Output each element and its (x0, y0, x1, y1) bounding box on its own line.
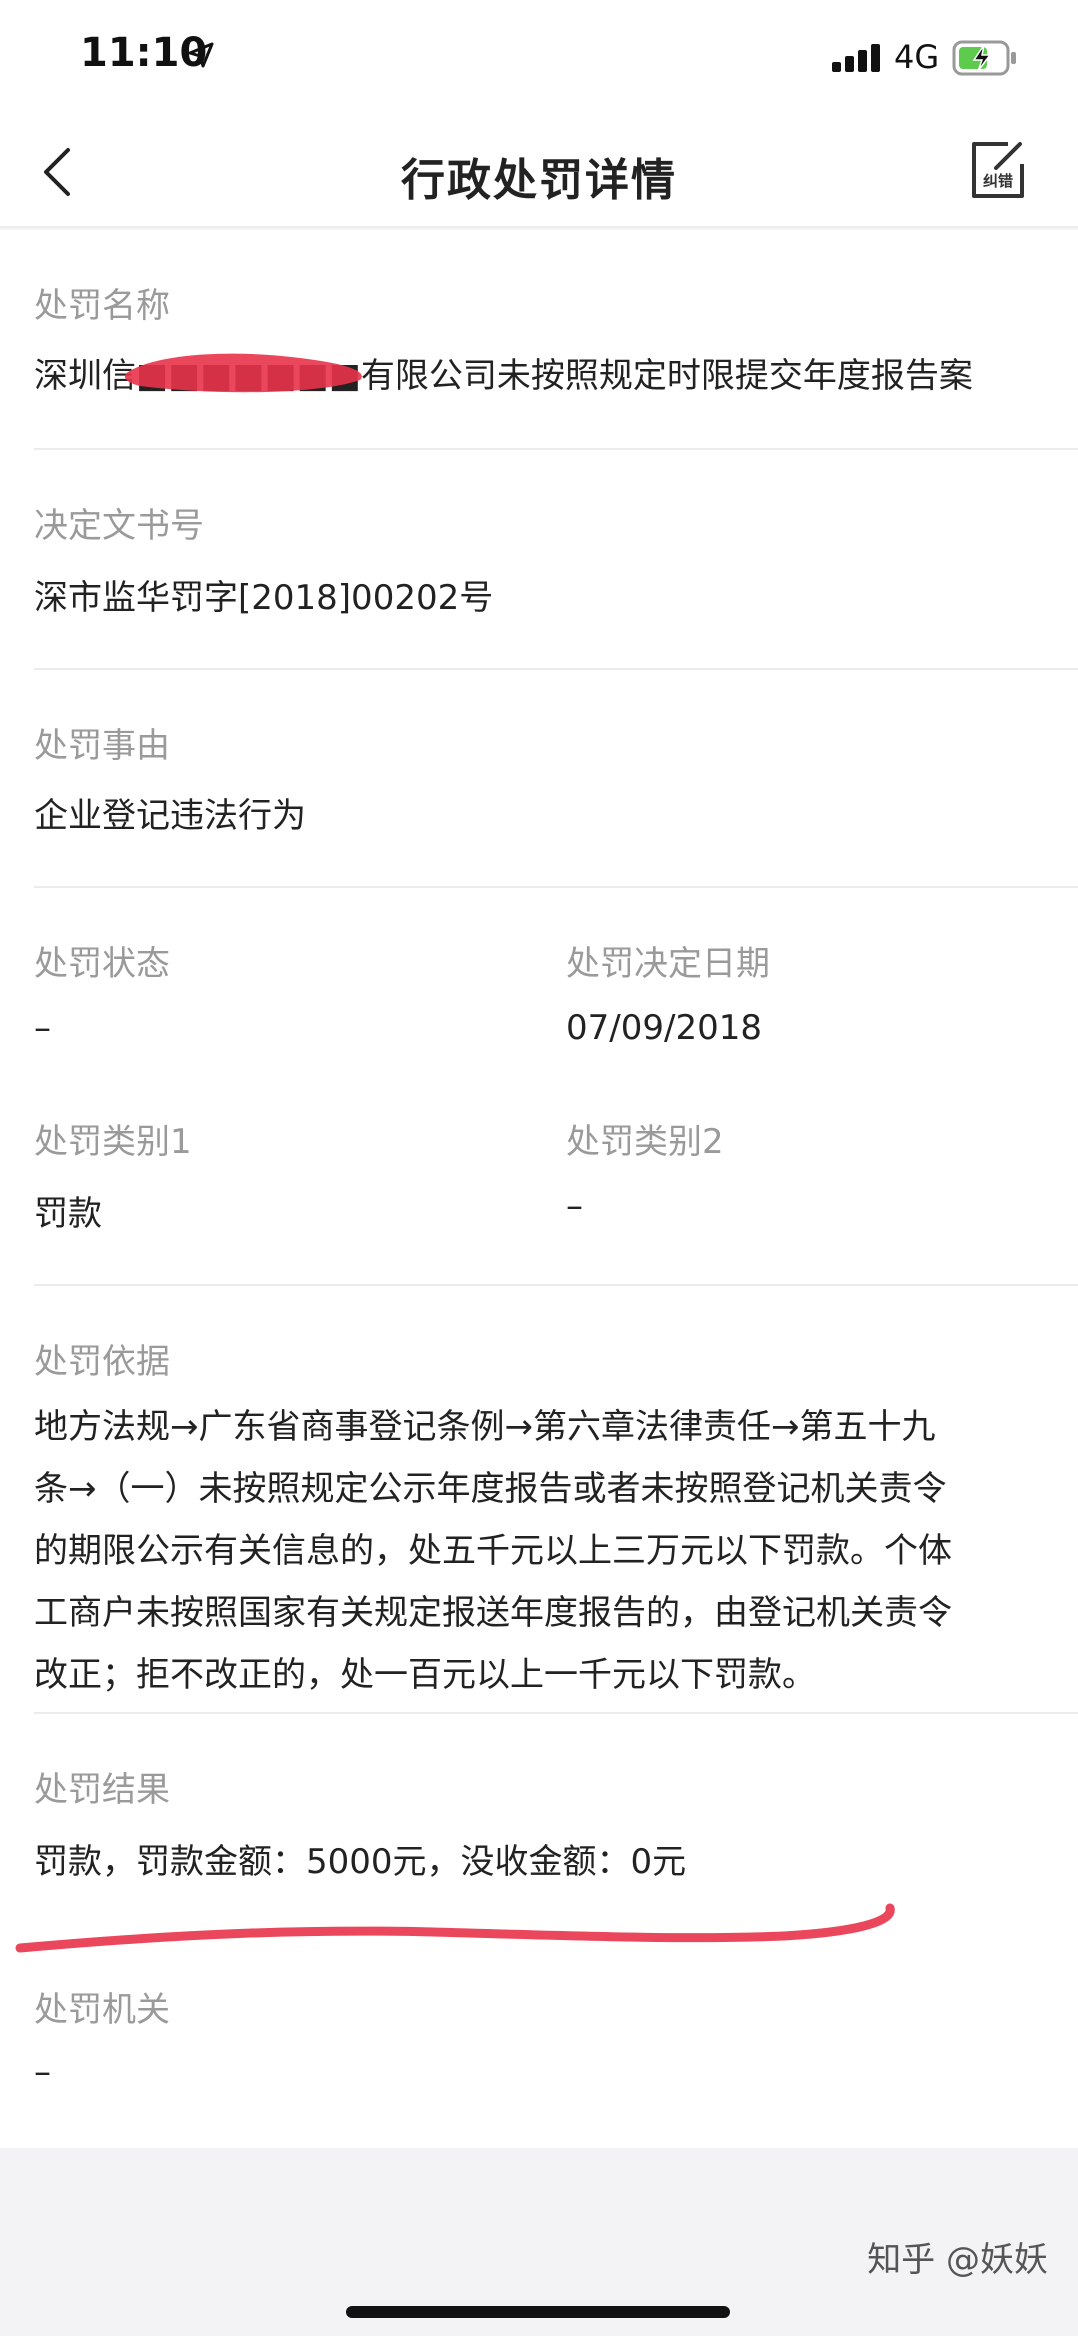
report-error-label: 纠错 (982, 172, 1013, 190)
basis-line: 的期限公示有关信息的，处五千元以上三万元以下罚款。个体 (34, 1531, 952, 1571)
signal-icon (832, 44, 880, 72)
penalty-status-label: 处罚状态 (34, 944, 170, 984)
penalty-name-label: 处罚名称 (34, 286, 170, 326)
penalty-authority-value[interactable]: – (34, 2052, 51, 2092)
basis-line: 工商户未按照国家有关规定报送年度报告的，由登记机关责令 (34, 1593, 952, 1633)
penalty-category1-value[interactable]: 罚款 (34, 1186, 102, 1235)
decision-date-value[interactable]: 07/09/2018 (566, 1008, 762, 1048)
watermark: 知乎 @妖妖 (867, 2240, 1048, 2280)
penalty-authority-label: 处罚机关 (34, 1990, 170, 2030)
navigation-bar: 行政处罚详情 纠错 (0, 118, 1078, 228)
penalty-basis-text[interactable]: 地方法规→广东省商事登记条例→第六章法律责任→第五十九 条→（一）未按照规定公示… (34, 1396, 1034, 1706)
penalty-basis-label: 处罚依据 (34, 1342, 170, 1382)
battery-charging-icon (952, 40, 1016, 76)
status-bar: 11:10 4G (0, 0, 1078, 118)
report-error-button[interactable]: 纠错 (970, 140, 1026, 200)
decision-date-label: 处罚决定日期 (566, 944, 770, 984)
document-number-label: 决定文书号 (34, 506, 204, 546)
home-indicator[interactable] (346, 2306, 730, 2318)
basis-line: 条→（一）未按照规定公示年度报告或者未按照登记机关责令 (34, 1469, 947, 1509)
penalty-result-label: 处罚结果 (34, 1770, 170, 1810)
basis-line: 地方法规→广东省商事登记条例→第六章法律责任→第五十九 (34, 1407, 936, 1447)
location-arrow-icon (188, 42, 214, 68)
divider (34, 1284, 1078, 1286)
penalty-reason-label: 处罚事由 (34, 726, 170, 766)
penalty-category2-value[interactable]: – (566, 1186, 583, 1226)
penalty-category1-label: 处罚类别1 (34, 1122, 192, 1162)
penalty-result-value[interactable]: 罚款，罚款金额：5000元，没收金额：0元 (34, 1834, 686, 1883)
network-type-label: 4G (894, 38, 940, 76)
hand-drawn-underline (15, 1903, 895, 1953)
basis-line: 改正；拒不改正的，处一百元以上一千元以下罚款。 (34, 1655, 816, 1695)
divider (34, 448, 1078, 450)
page-title: 行政处罚详情 (401, 155, 677, 206)
penalty-status-value[interactable]: – (34, 1008, 51, 1048)
document-number-value[interactable]: 深市监华罚字[2018]00202号 (34, 570, 493, 619)
divider (34, 1712, 1078, 1714)
divider (34, 668, 1078, 670)
penalty-category2-label: 处罚类别2 (566, 1122, 724, 1162)
penalty-reason-value[interactable]: 企业登记违法行为 (34, 788, 306, 837)
penalty-detail-card: 处罚名称 深圳信■■■■■■■有限公司未按照规定时限提交年度报告案 决定文书号 … (0, 230, 1078, 2148)
divider (34, 886, 1078, 888)
redaction-mark (124, 353, 362, 393)
